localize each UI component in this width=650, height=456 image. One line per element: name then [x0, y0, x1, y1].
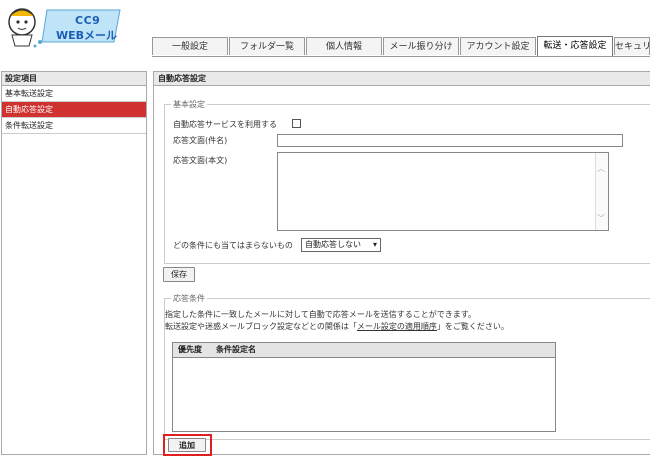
- tab-general[interactable]: 一般設定: [152, 37, 228, 55]
- body-label: 応答文面(本文): [173, 156, 228, 165]
- col-priority: 優先度: [178, 345, 202, 354]
- settings-tabs: 一般設定 フォルダ一覧 個人情報 メール振り分け アカウント設定 転送・応答設定…: [152, 36, 650, 57]
- col-condition-name: 条件設定名: [216, 345, 256, 354]
- fallback-label: どの条件にも当てはまらないもの: [173, 241, 293, 250]
- main-panel: 自動応答設定 基本設定 自動応答サービスを利用する 応答文面(件名) 応答文面(…: [153, 71, 650, 456]
- sidebar-item-basic-forward[interactable]: 基本転送設定: [2, 86, 146, 102]
- reply-conditions-legend: 応答条件: [171, 293, 207, 304]
- conditions-description: 指定した条件に一致したメールに対して自動で応答メールを送信することができます。: [165, 310, 476, 319]
- basic-settings-group: 基本設定 自動応答サービスを利用する 応答文面(件名) 応答文面(本文) ︿ ﹀…: [164, 99, 650, 264]
- save-button[interactable]: 保存: [163, 267, 195, 282]
- logo-subtitle: WEBメール: [56, 29, 118, 42]
- scroll-down-icon[interactable]: ﹀: [597, 213, 605, 224]
- body-textarea[interactable]: ︿ ﹀: [277, 152, 609, 231]
- add-button[interactable]: 追加: [168, 438, 206, 452]
- chevron-down-icon: ▾: [372, 240, 377, 249]
- app-logo: CC9 WEBメール: [2, 2, 122, 52]
- subject-label: 応答文面(件名): [173, 136, 228, 145]
- fallback-select-value: 自動応答しない: [305, 240, 361, 249]
- basic-settings-legend: 基本設定: [171, 99, 207, 110]
- tab-account[interactable]: アカウント設定: [460, 37, 536, 55]
- scroll-up-icon[interactable]: ︿: [597, 163, 605, 174]
- page-title: 自動応答設定: [154, 72, 650, 86]
- reply-conditions-group: 応答条件 指定した条件に一致したメールに対して自動で応答メールを送信することがで…: [164, 293, 650, 440]
- sidebar-header: 設定項目: [2, 72, 146, 86]
- conditions-note-suffix: 」をご覧ください。: [436, 322, 509, 331]
- conditions-note: 転送設定や迷惑メールブロック設定などとの関係は「メール設定の適用順序」をご覧くだ…: [165, 321, 509, 332]
- sidebar: 設定項目 基本転送設定 自動応答設定 条件転送設定: [1, 71, 147, 455]
- conditions-table: 優先度 条件設定名: [172, 342, 556, 432]
- conditions-note-prefix: 転送設定や迷惑メールブロック設定などとの関係は「: [165, 322, 357, 331]
- sidebar-item-auto-reply[interactable]: 自動応答設定: [2, 102, 146, 118]
- tab-forward-reply[interactable]: 転送・応答設定: [537, 36, 613, 56]
- body-scrollbar[interactable]: ︿ ﹀: [595, 153, 608, 230]
- tab-security[interactable]: セキュリ: [614, 37, 650, 55]
- apply-order-link[interactable]: メール設定の適用順序: [357, 322, 437, 331]
- tab-mail-sorting[interactable]: メール振り分け: [383, 37, 459, 55]
- use-service-checkbox[interactable]: [292, 119, 301, 128]
- tab-folders[interactable]: フォルダ一覧: [229, 37, 305, 55]
- conditions-table-header: 優先度 条件設定名: [173, 343, 555, 358]
- logo-title: CC9: [75, 14, 101, 27]
- use-service-label: 自動応答サービスを利用する: [173, 120, 277, 129]
- subject-input[interactable]: [277, 134, 623, 147]
- tab-personal[interactable]: 個人情報: [306, 37, 382, 55]
- sidebar-item-conditional-forward[interactable]: 条件転送設定: [2, 118, 146, 134]
- fallback-select[interactable]: 自動応答しない ▾: [301, 238, 381, 252]
